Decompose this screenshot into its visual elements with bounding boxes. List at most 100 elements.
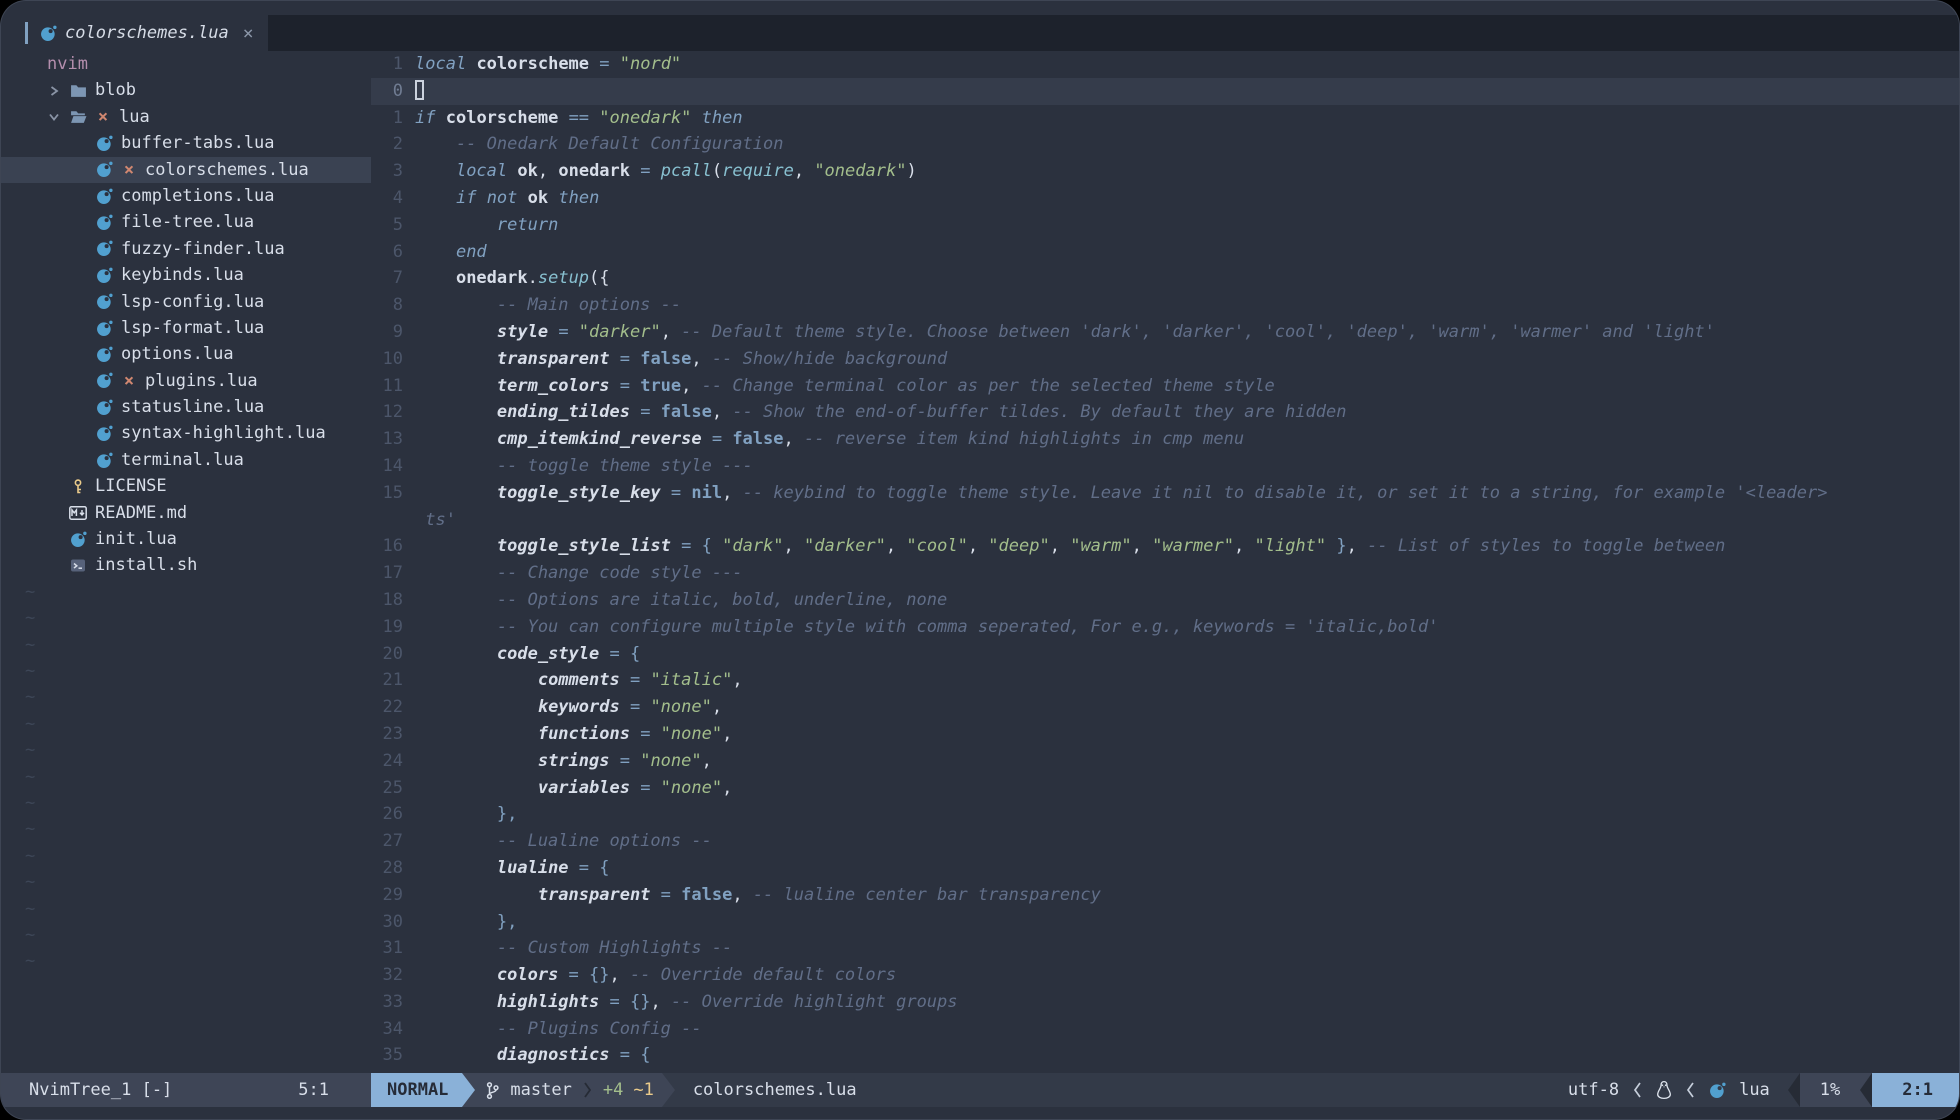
code-line-text: variables = "none", bbox=[415, 775, 1959, 802]
tree-item-label: nvim bbox=[47, 51, 88, 77]
code-line[interactable]: 21 comments = "italic", bbox=[371, 667, 1959, 694]
code-line[interactable]: 24 strings = "none", bbox=[371, 748, 1959, 775]
empty-line-tilde: ~ bbox=[1, 869, 371, 895]
tree-item-blob[interactable]: blob bbox=[1, 77, 371, 103]
tree-item-label: completions.lua bbox=[121, 183, 275, 209]
active-tab-indicator bbox=[25, 22, 28, 44]
code-line[interactable]: 2 -- Onedark Default Configuration bbox=[371, 131, 1959, 158]
tree-item-install.sh[interactable]: install.sh bbox=[1, 552, 371, 578]
code-line[interactable]: 17 -- Change code style --- bbox=[371, 560, 1959, 587]
empty-line-tilde: ~ bbox=[1, 922, 371, 948]
line-number: 25 bbox=[371, 775, 415, 802]
tree-item-buffer-tabs.lua[interactable]: buffer-tabs.lua bbox=[1, 130, 371, 156]
code-line[interactable]: 5 return bbox=[371, 212, 1959, 239]
code-line[interactable]: 8 -- Main options -- bbox=[371, 292, 1959, 319]
code-line[interactable]: 29 transparent = false, -- lualine cente… bbox=[371, 882, 1959, 909]
code-line-text: transparent = false, -- lualine center b… bbox=[415, 882, 1959, 909]
code-line[interactable]: 0 bbox=[371, 78, 1959, 105]
code-line-text: -- You can configure multiple style with… bbox=[415, 614, 1959, 641]
tree-item-lsp-format.lua[interactable]: lsp-format.lua bbox=[1, 315, 371, 341]
empty-line-tilde: ~ bbox=[1, 896, 371, 922]
tree-item-colorschemes.lua[interactable]: ×colorschemes.lua bbox=[1, 157, 371, 183]
line-number: 5 bbox=[371, 212, 415, 239]
chevron-right-icon bbox=[582, 1080, 593, 1100]
tree-item-label: lsp-format.lua bbox=[121, 315, 264, 341]
tree-item-file-tree.lua[interactable]: file-tree.lua bbox=[1, 209, 371, 235]
lua-icon bbox=[95, 240, 113, 257]
code-line[interactable]: 30 }, bbox=[371, 909, 1959, 936]
line-number: 14 bbox=[371, 453, 415, 480]
code-line-text: -- toggle theme style --- bbox=[415, 453, 1959, 480]
code-line[interactable]: 20 code_style = { bbox=[371, 641, 1959, 668]
tree-item-init.lua[interactable]: init.lua bbox=[1, 526, 371, 552]
code-line-text: term_colors = true, -- Change terminal c… bbox=[415, 373, 1959, 400]
code-line[interactable]: 34 -- Plugins Config -- bbox=[371, 1016, 1959, 1043]
code-line[interactable]: 18 -- Options are italic, bold, underlin… bbox=[371, 587, 1959, 614]
code-line-text: colors = {}, -- Override default colors bbox=[415, 962, 1959, 989]
code-line[interactable]: 12 ending_tildes = false, -- Show the en… bbox=[371, 399, 1959, 426]
code-line[interactable]: 27 -- Lualine options -- bbox=[371, 828, 1959, 855]
tree-item-plugins.lua[interactable]: ×plugins.lua bbox=[1, 368, 371, 394]
code-line[interactable]: 28 lualine = { bbox=[371, 855, 1959, 882]
code-line[interactable]: 25 variables = "none", bbox=[371, 775, 1959, 802]
tree-item-terminal.lua[interactable]: terminal.lua bbox=[1, 447, 371, 473]
code-line[interactable]: 32 colors = {}, -- Override default colo… bbox=[371, 962, 1959, 989]
code-line[interactable]: 22 keywords = "none", bbox=[371, 694, 1959, 721]
code-line[interactable]: 4 if not ok then bbox=[371, 185, 1959, 212]
chevron-down-icon[interactable] bbox=[47, 110, 61, 124]
empty-line-tilde: ~ bbox=[1, 948, 371, 974]
code-line[interactable]: 23 functions = "none", bbox=[371, 721, 1959, 748]
tree-item-README.md[interactable]: README.md bbox=[1, 500, 371, 526]
empty-line-tilde: ~ bbox=[1, 632, 371, 658]
code-line[interactable]: 14 -- toggle theme style --- bbox=[371, 453, 1959, 480]
lua-icon bbox=[95, 293, 113, 310]
tree-item-options.lua[interactable]: options.lua bbox=[1, 341, 371, 367]
code-line-text: }, bbox=[415, 801, 1959, 828]
tab-close-icon[interactable]: × bbox=[243, 23, 254, 44]
code-line-text: -- Main options -- bbox=[415, 292, 1959, 319]
tree-item-statusline.lua[interactable]: statusline.lua bbox=[1, 394, 371, 420]
tree-item-label: README.md bbox=[95, 500, 187, 526]
tree-item-label: install.sh bbox=[95, 552, 197, 578]
git-modified-mark: × bbox=[95, 104, 111, 130]
tree-item-syntax-highlight.lua[interactable]: syntax-highlight.lua bbox=[1, 420, 371, 446]
code-line[interactable]: 6 end bbox=[371, 239, 1959, 266]
lua-icon bbox=[95, 320, 113, 337]
tree-item-completions.lua[interactable]: completions.lua bbox=[1, 183, 371, 209]
tabline: colorschemes.lua × bbox=[1, 15, 1959, 51]
tree-item-keybinds.lua[interactable]: keybinds.lua bbox=[1, 262, 371, 288]
code-line[interactable]: ts' bbox=[371, 507, 1959, 534]
tree-item-lsp-config.lua[interactable]: lsp-config.lua bbox=[1, 289, 371, 315]
code-line[interactable]: 19 -- You can configure multiple style w… bbox=[371, 614, 1959, 641]
lua-icon bbox=[95, 346, 113, 363]
code-line[interactable]: 13 cmp_itemkind_reverse = false, -- reve… bbox=[371, 426, 1959, 453]
code-line[interactable]: 15 toggle_style_key = nil, -- keybind to… bbox=[371, 480, 1959, 507]
empty-line-tilde: ~ bbox=[1, 579, 371, 605]
tab-colorschemes[interactable]: colorschemes.lua × bbox=[1, 15, 268, 51]
tree-item-lua[interactable]: ×lua bbox=[1, 104, 371, 130]
line-number: 27 bbox=[371, 828, 415, 855]
code-line-text: if not ok then bbox=[415, 185, 1959, 212]
empty-line-tilde: ~ bbox=[1, 764, 371, 790]
code-line[interactable]: 7 onedark.setup({ bbox=[371, 265, 1959, 292]
powerline-wedge bbox=[1860, 1073, 1872, 1107]
tree-item-label: keybinds.lua bbox=[121, 262, 244, 288]
code-line[interactable]: 9 style = "darker", -- Default theme sty… bbox=[371, 319, 1959, 346]
tree-item-label: statusline.lua bbox=[121, 394, 264, 420]
lua-icon bbox=[69, 531, 87, 548]
code-line[interactable]: 33 highlights = {}, -- Override highligh… bbox=[371, 989, 1959, 1016]
code-line[interactable]: 16 toggle_style_list = { "dark", "darker… bbox=[371, 533, 1959, 560]
code-line[interactable]: 35 diagnostics = { bbox=[371, 1042, 1959, 1069]
tree-item-LICENSE[interactable]: LICENSE bbox=[1, 473, 371, 499]
code-line[interactable]: 11 term_colors = true, -- Change termina… bbox=[371, 373, 1959, 400]
lua-icon bbox=[95, 372, 113, 389]
code-line[interactable]: 26 }, bbox=[371, 801, 1959, 828]
code-line[interactable]: 31 -- Custom Highlights -- bbox=[371, 935, 1959, 962]
chevron-right-icon[interactable] bbox=[47, 84, 61, 98]
code-line[interactable]: 10 transparent = false, -- Show/hide bac… bbox=[371, 346, 1959, 373]
code-line[interactable]: 3 local ok, onedark = pcall(require, "on… bbox=[371, 158, 1959, 185]
code-line[interactable]: 1local colorscheme = "nord" bbox=[371, 51, 1959, 78]
tree-item-fuzzy-finder.lua[interactable]: fuzzy-finder.lua bbox=[1, 236, 371, 262]
tree-item-nvim[interactable]: nvim bbox=[1, 51, 371, 77]
code-line[interactable]: 1if colorscheme == "onedark" then bbox=[371, 105, 1959, 132]
